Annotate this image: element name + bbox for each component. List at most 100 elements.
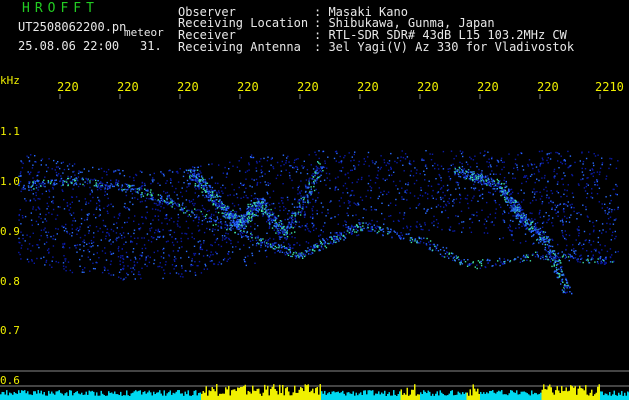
echo-dot <box>561 274 563 276</box>
noise-dot <box>105 259 108 261</box>
noise-dot <box>388 160 391 162</box>
noise-dot <box>439 188 442 190</box>
echo-dot <box>475 177 478 179</box>
echo-dot <box>536 239 538 241</box>
echo-dot <box>106 181 108 184</box>
noise-dot <box>305 241 308 243</box>
noise-dot <box>51 266 53 268</box>
noise-dot <box>19 209 21 211</box>
noise-dot <box>508 212 510 214</box>
echo-dot <box>289 250 291 253</box>
echo-dot <box>217 225 219 227</box>
noise-dot <box>132 267 134 269</box>
noise-dot <box>408 162 411 164</box>
echo-dot <box>290 247 292 249</box>
echo-dot <box>304 191 307 193</box>
level-bar-segment <box>36 393 38 400</box>
echo-dot <box>564 254 567 256</box>
noise-dot <box>22 237 24 240</box>
echo-dot <box>337 234 339 236</box>
noise-dot <box>132 248 135 250</box>
noise-dot <box>84 198 86 200</box>
noise-dot <box>356 181 358 183</box>
level-bar-segment <box>102 393 104 400</box>
noise-dot <box>514 158 517 161</box>
echo-dot <box>479 267 481 269</box>
echo-dot <box>226 216 228 218</box>
noise-dot <box>106 210 109 212</box>
noise-dot <box>71 196 74 198</box>
noise-dot <box>265 184 267 186</box>
level-bar-segment <box>142 392 144 400</box>
echo-dot <box>192 166 194 168</box>
noise-dot <box>435 198 437 200</box>
noise-dot <box>403 212 406 214</box>
echo-dot <box>332 237 334 239</box>
echo-dot <box>310 188 312 190</box>
level-bar-segment <box>138 390 140 400</box>
echo-dot <box>401 234 403 236</box>
noise-dot <box>388 163 390 165</box>
noise-dot <box>192 264 194 266</box>
echo-dot <box>197 185 199 188</box>
echo-dot <box>316 168 318 171</box>
noise-dot <box>200 165 202 167</box>
echo-dot <box>240 231 243 234</box>
noise-dot <box>585 206 587 208</box>
noise-dot <box>561 218 564 220</box>
echo-dot <box>231 213 234 215</box>
noise-dot <box>65 223 67 226</box>
noise-dot <box>586 177 588 179</box>
echo-dot <box>284 247 286 249</box>
noise-dot <box>617 250 619 253</box>
noise-dot <box>521 182 523 185</box>
noise-dot <box>572 196 575 198</box>
echo-dot <box>100 186 102 188</box>
noise-dot <box>578 234 580 237</box>
echo-dot <box>391 236 393 238</box>
noise-dot <box>70 176 72 178</box>
noise-dot <box>269 237 271 240</box>
echo-dot <box>151 194 153 196</box>
echo-dot <box>464 173 466 175</box>
level-bar-segment <box>87 394 89 400</box>
level-bar-segment <box>145 393 147 400</box>
noise-dot <box>244 260 246 263</box>
echo-dot <box>275 223 278 225</box>
echo-dot <box>292 253 294 256</box>
echo-dot <box>291 236 293 238</box>
noise-dot <box>340 161 343 164</box>
echo-dot <box>49 182 52 185</box>
noise-dot <box>529 202 532 204</box>
noise-dot <box>531 191 534 193</box>
echo-dot <box>506 193 509 195</box>
noise-dot <box>118 246 120 248</box>
noise-dot <box>501 161 504 163</box>
echo-dot <box>498 257 501 260</box>
noise-dot <box>562 223 564 225</box>
echo-dot <box>554 258 556 260</box>
noise-dot <box>389 202 392 204</box>
echo-dot <box>36 180 38 182</box>
echo-dot <box>337 238 339 241</box>
noise-dot <box>256 181 259 184</box>
echo-dot <box>520 209 522 211</box>
echo-dot <box>611 261 614 263</box>
level-bar-segment <box>54 394 56 400</box>
echo-dot <box>504 190 507 192</box>
noise-dot <box>345 221 347 223</box>
echo-dot <box>394 231 396 233</box>
echo-dot <box>454 172 456 175</box>
noise-dot <box>450 150 453 152</box>
echo-dot <box>245 225 247 228</box>
noise-dot <box>272 166 274 168</box>
echo-dot <box>561 289 564 291</box>
noise-dot <box>162 257 165 259</box>
noise-dot <box>371 160 374 162</box>
noise-dot <box>176 223 179 225</box>
echo-dot <box>518 209 520 211</box>
echo-dot <box>289 227 291 229</box>
noise-dot <box>144 200 147 202</box>
noise-dot <box>321 211 323 214</box>
echo-dot <box>170 205 172 207</box>
